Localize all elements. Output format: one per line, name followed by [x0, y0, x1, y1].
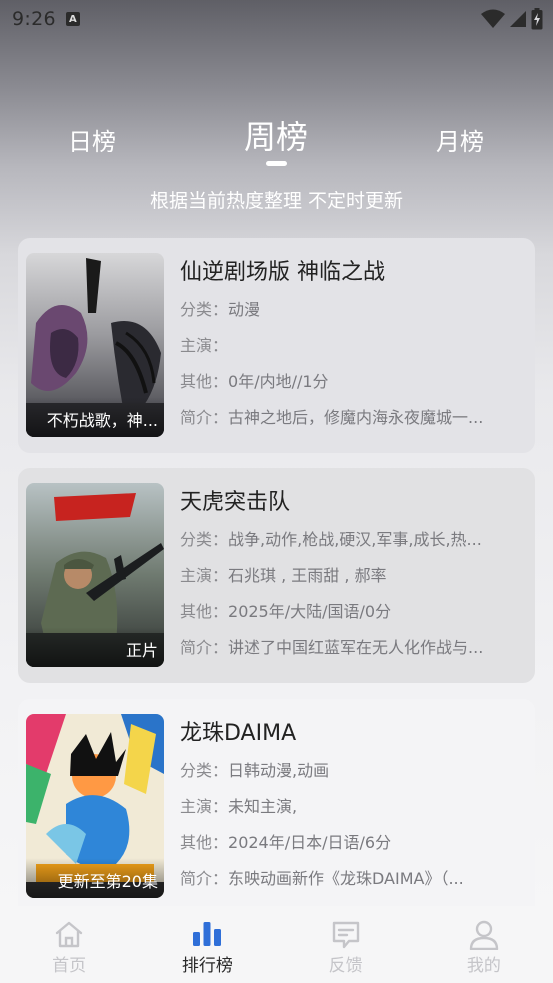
category-label: 分类： — [180, 761, 229, 780]
nav-label-ranking: 排行榜 — [181, 956, 233, 976]
battery-charging-icon — [531, 8, 543, 30]
ranking-tabs: 日榜 周榜 月榜 — [0, 108, 553, 168]
category-label: 分类： — [180, 530, 229, 549]
notification-a-icon: A — [65, 12, 80, 26]
item-category: 分类：日韩动漫,动画 — [180, 757, 528, 785]
item-intro: 简介：东映动画新作《龙珠DAIMA》（... — [180, 865, 528, 893]
cast-value: 未知主演, — [228, 797, 298, 816]
other-label: 其他： — [180, 372, 229, 391]
intro-value: 讲述了中国红蓝军在无人化作战与... — [228, 638, 484, 657]
status-time: 9:26 — [12, 8, 56, 30]
nav-item-home[interactable]: 首页 — [0, 906, 138, 983]
item-category: 分类：动漫 — [180, 296, 528, 324]
nav-label-home: 首页 — [52, 956, 87, 976]
item-other: 其他：2024年/日本/日语/6分 — [180, 829, 528, 857]
poster-badge: 更新至第20集 — [26, 858, 164, 898]
item-category: 分类：战争,动作,枪战,硬汉,军事,成长,热... — [180, 526, 528, 554]
nav-item-feedback[interactable]: 反馈 — [277, 906, 415, 983]
intro-label: 简介： — [180, 638, 229, 657]
wifi-icon — [481, 9, 505, 28]
poster-image[interactable]: 不朽战歌，神... — [26, 253, 164, 437]
intro-label: 简介： — [180, 408, 229, 427]
item-title: 仙逆剧场版 神临之战 — [180, 260, 385, 285]
cast-label: 主演： — [180, 797, 229, 816]
other-label: 其他： — [180, 833, 229, 852]
category-value: 战争,动作,枪战,硬汉,军事,成长,热... — [228, 530, 482, 549]
nav-label-feedback: 反馈 — [328, 956, 363, 976]
home-icon — [55, 921, 83, 948]
nav-label-mine: 我的 — [466, 956, 501, 976]
item-cast: 主演：石兆琪 , 王雨甜 , 郝率 — [180, 562, 528, 590]
cast-label: 主演： — [180, 336, 229, 355]
poster-badge: 正片 — [26, 627, 164, 667]
user-icon — [469, 920, 499, 950]
intro-value: 古神之地后，修魔内海永夜魔城一... — [228, 408, 484, 427]
list-item[interactable]: 正片 天虎突击队 分类：战争,动作,枪战,硬汉,军事,成长,热... 主演：石兆… — [18, 468, 535, 683]
item-cast: 主演：未知主演, — [180, 793, 528, 821]
other-value: 0年/内地//1分 — [228, 372, 329, 391]
cast-label: 主演： — [180, 566, 229, 585]
item-title: 龙珠DAIMA — [180, 721, 297, 746]
cast-value: 石兆琪 , 王雨甜 , 郝率 — [228, 566, 387, 585]
tab-daily[interactable]: 日榜 — [68, 122, 116, 157]
item-other: 其他：0年/内地//1分 — [180, 368, 528, 396]
other-label: 其他： — [180, 602, 229, 621]
intro-label: 简介： — [180, 869, 229, 888]
status-indicators — [481, 8, 543, 30]
item-other: 其他：2025年/大陆/国语/0分 — [180, 598, 528, 626]
other-value: 2025年/大陆/国语/0分 — [228, 602, 392, 621]
tab-monthly[interactable]: 月榜 — [436, 122, 484, 157]
ranking-bar-icon — [193, 922, 222, 946]
feedback-icon — [332, 921, 359, 949]
active-tab-indicator — [266, 161, 287, 166]
item-cast: 主演： — [180, 332, 528, 360]
bottom-nav: 首页 排行榜 反馈 我的 — [0, 906, 553, 983]
nav-item-ranking[interactable]: 排行榜 — [138, 906, 276, 983]
intro-value: 东映动画新作《龙珠DAIMA》（... — [228, 869, 464, 888]
category-value: 动漫 — [228, 300, 261, 319]
list-item[interactable]: 更新至第20集 龙珠DAIMA 分类：日韩动漫,动画 主演：未知主演, 其他：2… — [18, 699, 535, 929]
item-info: 仙逆剧场版 神临之战 分类：动漫 主演： 其他：0年/内地//1分 简介：古神之… — [180, 258, 528, 432]
category-value: 日韩动漫,动画 — [228, 761, 330, 780]
category-label: 分类： — [180, 300, 229, 319]
poster-image[interactable]: 正片 — [26, 483, 164, 667]
list-item[interactable]: 不朽战歌，神... 仙逆剧场版 神临之战 分类：动漫 主演： 其他：0年/内地/… — [18, 238, 535, 453]
item-intro: 简介：古神之地后，修魔内海永夜魔城一... — [180, 404, 528, 432]
ranking-subtitle: 根据当前热度整理 不定时更新 — [149, 190, 404, 212]
poster-badge: 不朽战歌，神... — [26, 397, 164, 437]
nav-item-mine[interactable]: 我的 — [415, 906, 553, 983]
item-title: 天虎突击队 — [180, 490, 291, 515]
item-info: 天虎突击队 分类：战争,动作,枪战,硬汉,军事,成长,热... 主演：石兆琪 ,… — [180, 488, 528, 662]
item-intro: 简介：讲述了中国红蓝军在无人化作战与... — [180, 634, 528, 662]
poster-image[interactable]: 更新至第20集 — [26, 714, 164, 898]
item-info: 龙珠DAIMA 分类：日韩动漫,动画 主演：未知主演, 其他：2024年/日本/… — [180, 719, 528, 893]
tab-weekly[interactable]: 周榜 — [244, 112, 308, 158]
other-value: 2024年/日本/日语/6分 — [228, 833, 392, 852]
cell-signal-icon — [510, 11, 526, 27]
status-bar: 9:26 A — [0, 0, 553, 38]
